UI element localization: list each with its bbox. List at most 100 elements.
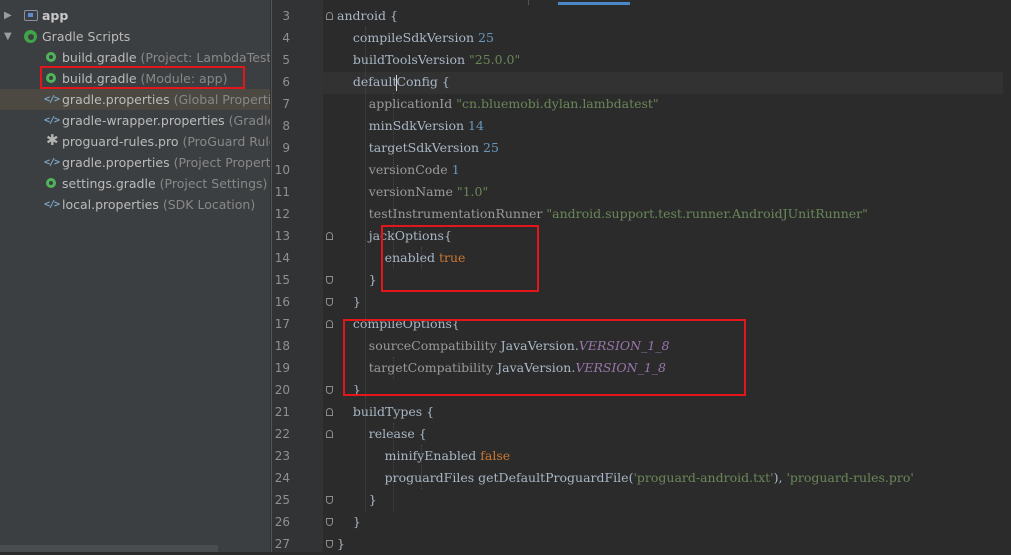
code-line: buildToolsVersion "25.0.0" (337, 49, 520, 71)
line-number: 3 (282, 9, 290, 23)
gradle-file-icon (46, 178, 56, 188)
tree-item-gradle-properties-global[interactable]: </> gradle.properties (Global Properties… (0, 89, 270, 110)
code-editor[interactable]: android { compileSdkVersion 25 buildTool… (323, 0, 1011, 552)
code-line: targetSdkVersion 25 (337, 137, 499, 159)
code-token: android { (337, 8, 398, 23)
code-line: compileOptions{ (337, 313, 460, 335)
line-number: 4 (282, 31, 290, 45)
code-line: defaultConfig { (337, 71, 450, 93)
code-line: compileSdkVersion 25 (337, 27, 494, 49)
properties-file-icon: </> (44, 199, 60, 210)
code-token: } (337, 272, 377, 287)
code-token: minSdkVersion (337, 118, 469, 133)
line-number: 22 (274, 427, 290, 441)
line-number: 13 (274, 229, 290, 243)
code-token: testInstrumentationRunner (337, 206, 547, 221)
tree-item-hint: (Gradle Version) (228, 113, 271, 128)
code-token: } (337, 536, 345, 551)
tree-item-hint: (Project Settings) (159, 176, 268, 191)
tree-item-local-properties[interactable]: </> local.properties (SDK Location) (0, 194, 270, 215)
tree-item-label: gradle.properties (62, 92, 170, 107)
line-number: 7 (282, 97, 290, 111)
code-line: } (337, 291, 361, 313)
code-token: "1.0" (456, 184, 489, 199)
line-number: 21 (274, 405, 290, 419)
tree-item-gradle-scripts[interactable]: ▼ Gradle Scripts (0, 26, 270, 47)
asterisk-file-icon: ✱ (46, 131, 59, 149)
line-number: 17 (274, 317, 290, 331)
line-number: 16 (274, 295, 290, 309)
tree-item-hint: (SDK Location) (162, 197, 256, 212)
horizontal-scrollbar[interactable] (0, 545, 218, 552)
code-token: sourceCompatibility (337, 338, 501, 353)
tree-item-label: proguard-rules.pro (62, 134, 179, 149)
code-token: JavaVersion. (500, 338, 579, 353)
expand-arrow-icon[interactable]: ▶ (4, 5, 12, 26)
line-number: 9 (282, 141, 290, 155)
code-token: "cn.bluemobi.dylan.lambdatest" (456, 96, 659, 111)
line-number: 12 (274, 207, 290, 221)
tree-item-app-module[interactable]: ▶ app (0, 5, 270, 26)
code-token: true (438, 250, 466, 265)
line-number: 11 (274, 185, 290, 199)
tree-item-hint: (Project Properties) (173, 155, 271, 170)
code-line: enabled true (337, 247, 466, 269)
line-number: 14 (274, 251, 290, 265)
line-number: 18 (274, 339, 290, 353)
line-number: 20 (274, 383, 290, 397)
tree-item-build-gradle-module[interactable]: build.gradle (Module: app) (0, 68, 270, 89)
gradle-file-icon (46, 73, 56, 83)
code-token: "android.support.test.runner.AndroidJUni… (546, 206, 868, 221)
code-token: 25 (478, 30, 494, 45)
code-token: 1 (451, 162, 460, 177)
tree-item-label: app (42, 8, 69, 23)
module-folder-icon (24, 10, 38, 21)
tree-item-gradle-wrapper-properties[interactable]: </> gradle-wrapper.properties (Gradle Ve… (0, 110, 270, 131)
tree-item-proguard-rules[interactable]: ✱ proguard-rules.pro (ProGuard Rules for… (0, 131, 270, 152)
code-token: versionName (337, 184, 457, 199)
line-number: 6 (282, 75, 290, 89)
tree-item-label: build.gradle (62, 50, 137, 65)
code-token: release { (337, 426, 427, 441)
line-number: 23 (274, 449, 290, 463)
gradle-file-icon (46, 52, 56, 62)
code-token: compileOptions{ (337, 316, 460, 331)
code-line: targetCompatibility JavaVersion.VERSION_… (337, 357, 666, 379)
tree-item-label: build.gradle (62, 71, 137, 86)
code-token: JavaVersion. (497, 360, 576, 375)
code-token: } (337, 294, 361, 309)
tree-item-hint: (Module: app) (140, 71, 228, 86)
code-token: false (480, 448, 511, 463)
project-tree-panel: ▶ app ▼ Gradle Scripts build.gradle (Pro… (0, 0, 271, 552)
code-line: applicationId "cn.bluemobi.dylan.lambdat… (337, 93, 659, 115)
line-number: 26 (274, 515, 290, 529)
tree-item-hint: (Project: LambdaTest) (140, 50, 271, 65)
code-token: 'proguard-rules.pro' (786, 470, 914, 485)
code-token: } (337, 514, 361, 529)
tree-item-hint: (ProGuard Rules for app) (182, 134, 270, 149)
code-line: sourceCompatibility JavaVersion.VERSION_… (337, 335, 670, 357)
code-line: release { (337, 423, 427, 445)
tree-item-settings-gradle[interactable]: settings.gradle (Project Settings) (0, 173, 270, 194)
line-number: 5 (282, 53, 290, 67)
line-number: 24 (274, 471, 290, 485)
code-line: minifyEnabled false (337, 445, 511, 467)
code-token: targetCompatibility (337, 360, 498, 375)
code-token: } (337, 382, 361, 397)
vertical-scrollbar[interactable] (1003, 0, 1011, 552)
line-number: 10 (274, 163, 290, 177)
collapse-arrow-icon[interactable]: ▼ (4, 26, 12, 47)
code-token: compileSdkVersion (337, 30, 479, 45)
code-token: "25.0.0" (469, 52, 521, 67)
tree-item-build-gradle-project[interactable]: build.gradle (Project: LambdaTest) (0, 47, 270, 68)
properties-file-icon: </> (44, 115, 60, 126)
tree-item-label: Gradle Scripts (42, 29, 131, 44)
code-token: VERSION_1_8 (575, 360, 666, 375)
code-token: ), (773, 470, 787, 485)
tree-item-gradle-properties-project[interactable]: </> gradle.properties (Project Propertie… (0, 152, 270, 173)
code-line: versionName "1.0" (337, 181, 488, 203)
tree-item-label: settings.gradle (62, 176, 156, 191)
code-token: buildTypes { (337, 404, 435, 419)
code-token: default (337, 74, 398, 89)
code-token: } (337, 492, 377, 507)
